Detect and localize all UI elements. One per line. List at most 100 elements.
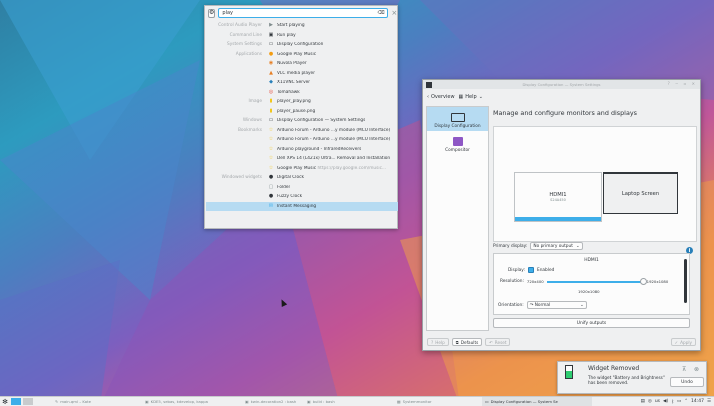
- chevron-down-icon: ⌄: [478, 94, 483, 100]
- defaults-button[interactable]: ⧉ Defaults: [451, 338, 483, 346]
- result-item[interactable]: System Settings ▭ Display Configuration: [206, 40, 398, 50]
- result-category: Applications: [235, 51, 262, 57]
- result-item[interactable]: ● Fuzzy Clock: [206, 192, 398, 202]
- window-controls[interactable]: ? − ▫ ✕: [668, 81, 697, 86]
- play-icon: ▶: [269, 22, 273, 29]
- defaults-icon: ⧉: [455, 339, 459, 345]
- result-item[interactable]: ◎ Tomahawk: [206, 88, 398, 98]
- monitor-layout-canvas: HDMI1 S24A450 Laptop Screen i: [493, 126, 697, 254]
- result-text: Dell XPS 14 (L421x) Ultra... Removal and…: [277, 156, 391, 162]
- result-item[interactable]: Image ▮ player_play.png: [206, 97, 398, 107]
- sidebar-item-display-configuration[interactable]: Display Configuration: [427, 107, 488, 131]
- result-label: Folder: [277, 185, 290, 190]
- result-item[interactable]: ☆ Dell XPS 14 (L421x) Ultra... Removal an…: [206, 154, 398, 164]
- image-file-icon: ▮: [269, 98, 273, 105]
- panel-menu-icon[interactable]: ☰: [707, 399, 711, 404]
- result-item[interactable]: Applications ● Google Play Music: [206, 50, 398, 60]
- result-item[interactable]: Command Line ▣ Run play: [206, 31, 398, 41]
- result-item[interactable]: ▲ VLC media player: [206, 69, 398, 79]
- result-item[interactable]: ▮ player_pause.png: [206, 107, 398, 117]
- task-button[interactable]: ▣ kwin-decoration2 : bash: [242, 397, 304, 406]
- clock[interactable]: 14:47: [691, 399, 704, 404]
- task-button[interactable]: ▭ Display Configuration — System Se: [482, 397, 592, 406]
- bookmark-icon: ☆: [268, 136, 274, 143]
- task-button[interactable]: ▣ build : bash: [304, 397, 394, 406]
- primary-display-select[interactable]: No primary output ⌄: [530, 242, 583, 250]
- network-icon[interactable]: ◎: [648, 399, 652, 404]
- result-item[interactable]: ☆ Arduino playground - InfraredReceivers: [206, 145, 398, 155]
- display-icon[interactable]: ▭: [677, 399, 681, 404]
- monitor-hdmi1[interactable]: HDMI1 S24A450: [514, 172, 602, 222]
- defaults-button-label: Defaults: [460, 339, 479, 345]
- enabled-checkbox[interactable]: [527, 267, 534, 273]
- slider-fill: [546, 280, 644, 283]
- close-icon[interactable]: ⊗: [694, 366, 699, 373]
- app-icon: [426, 81, 432, 88]
- slider-handle[interactable]: [640, 277, 648, 285]
- result-label: Instant Messaging: [277, 204, 316, 209]
- pager-desktop-1[interactable]: [11, 398, 21, 405]
- result-item[interactable]: Windows ▭ Display Configuration — System S…: [206, 116, 398, 126]
- pin-icon[interactable]: ⊼: [682, 366, 686, 373]
- gear-icon[interactable]: ⚙: [208, 8, 216, 18]
- task-button[interactable]: ▣ KDE5, sebas, kdevelop, kappa: [142, 397, 242, 406]
- apply-button[interactable]: ✓ Apply: [670, 338, 696, 346]
- sidebar-item-compositor[interactable]: Compositor: [427, 131, 488, 155]
- keyboard-layout[interactable]: us: [655, 399, 660, 404]
- scrollbar[interactable]: [684, 259, 687, 303]
- bookmark-icon: ☆: [268, 155, 274, 162]
- result-item[interactable]: Windowed widgets ● Digital Clock: [206, 173, 398, 183]
- result-item[interactable]: ◉ Nuvola Player: [206, 59, 398, 69]
- notification-body: The widget "Battery and Brightness" has …: [588, 375, 665, 386]
- overview-button[interactable]: ‹ Overview: [427, 94, 455, 100]
- help-button[interactable]: ? Help: [427, 338, 449, 346]
- battery-icon: [565, 365, 573, 379]
- clipboard-icon[interactable]: ▤: [641, 399, 645, 404]
- volume-icon[interactable]: ◀): [663, 399, 668, 404]
- result-item[interactable]: ☆ Arduino Forum - Arduino ...y module (MC…: [206, 135, 398, 145]
- close-icon[interactable]: ×: [391, 9, 397, 17]
- task-button[interactable]: ✎ main.qml – Kate: [52, 397, 142, 406]
- result-item[interactable]: ☆ Google Play Music https://play.google.c…: [206, 164, 398, 174]
- task-button[interactable]: ▦ Systemmonitor: [394, 397, 482, 406]
- resolution-label: Resolution:: [500, 279, 524, 284]
- primary-display-label: Primary display:: [493, 243, 528, 249]
- result-label: Arduino Forum - Arduino ...y module (MCU…: [277, 137, 390, 142]
- undo-button[interactable]: Undo: [670, 377, 704, 387]
- help-menu-button[interactable]: ▦ Help ⌄: [459, 94, 483, 100]
- backspace-icon[interactable]: ⌫: [377, 10, 384, 16]
- result-item[interactable]: ▢ Folder: [206, 183, 398, 193]
- page-title: Manage and configure monitors and displa…: [493, 109, 637, 117]
- result-text: Instant Messaging: [277, 203, 317, 209]
- result-label: Display Configuration — System Settings: [277, 118, 365, 123]
- monitor-icon: ▭: [268, 41, 274, 48]
- reset-button[interactable]: ↶ Reset: [485, 338, 511, 346]
- display-enabled-row: Display: Enabled: [508, 267, 554, 273]
- application-launcher-icon[interactable]: ✻: [0, 398, 10, 406]
- task-list: ✎ main.qml – Kate ▣ KDE5, sebas, kdevelop, …: [52, 397, 592, 406]
- result-item[interactable]: Bookmarks ☆ Arduino Forum - Arduino ...y m…: [206, 126, 398, 136]
- orientation-select[interactable]: ↷ Normal ⌄: [526, 301, 587, 309]
- window-titlebar[interactable]: Display Configuration — System Settings …: [423, 80, 700, 89]
- result-text: Nuvola Player: [277, 61, 307, 67]
- primary-display-value: No primary output: [533, 243, 573, 249]
- result-item[interactable]: ✉ Instant Messaging: [206, 201, 398, 211]
- result-text: Display Configuration — System Settings: [277, 118, 366, 124]
- task-label: main.qml – Kate: [60, 399, 91, 404]
- pager-desktop-2[interactable]: [23, 398, 33, 405]
- unify-outputs-button[interactable]: Unify outputs: [493, 318, 690, 328]
- result-item[interactable]: ◆ X11VNC Server: [206, 78, 398, 88]
- notification-title: Widget Removed: [588, 365, 640, 372]
- monitor-laptop-screen[interactable]: Laptop Screen: [603, 172, 678, 214]
- result-item[interactable]: Control Audio Player ▶ Start playing: [206, 21, 398, 31]
- task-label: Systemmonitor: [402, 399, 432, 404]
- bluetooth-icon[interactable]: ᛒ: [671, 399, 674, 405]
- search-input[interactable]: play ⌫: [218, 8, 389, 18]
- resolution-slider[interactable]: [546, 277, 648, 285]
- expand-tray-icon[interactable]: ⌃: [684, 399, 688, 404]
- result-label: Google Play Music: [277, 52, 316, 57]
- task-icon: ▦: [397, 399, 401, 404]
- task-icon: ▣: [245, 399, 249, 404]
- clock-icon: ●: [268, 193, 274, 200]
- result-label: Digital Clock: [277, 175, 304, 180]
